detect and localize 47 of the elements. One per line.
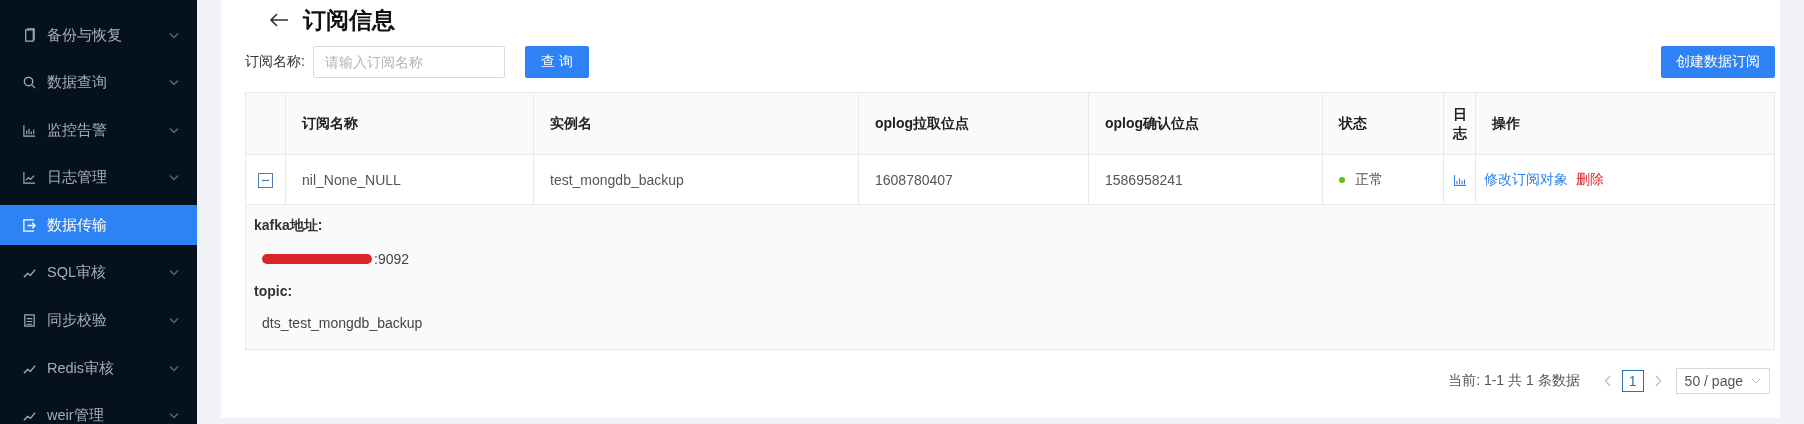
sidebar-item[interactable]: 监控告警 <box>0 110 197 151</box>
table-cell: 1608780407 <box>875 171 953 188</box>
caret-icon <box>1751 378 1761 384</box>
column-header: 实例名 <box>550 114 592 131</box>
create-button[interactable]: 创建数据订阅 <box>1661 46 1775 78</box>
column-header: oplog确认位点 <box>1105 114 1200 131</box>
detail-label: topic: <box>254 283 294 299</box>
column-header: 操作 <box>1492 114 1520 131</box>
sidebar-item[interactable]: 备份与恢复 <box>0 15 197 55</box>
detail-value: dts_test_mongdb_backup <box>262 315 423 331</box>
bar-chart-icon[interactable] <box>1453 175 1466 187</box>
next-page-icon[interactable] <box>1653 375 1662 387</box>
table-cell: nil_None_NULL <box>302 171 401 188</box>
back-arrow-icon[interactable] <box>269 12 289 28</box>
delete-link[interactable]: 删除 <box>1576 170 1604 187</box>
list-icon <box>22 313 37 329</box>
detail-label: kafka地址: <box>254 217 324 235</box>
collapse-toggle[interactable] <box>258 172 273 188</box>
export-icon <box>22 217 37 233</box>
column-header: 日志 <box>1452 104 1467 143</box>
search-icon <box>22 75 37 91</box>
sidebar-item[interactable]: weir管理 <box>0 395 197 424</box>
page-title: 订阅信息 <box>303 5 395 35</box>
table-cell: test_mongdb_backup <box>550 171 684 188</box>
pagination-summary: 当前: 1-1 共 1 条数据 <box>1448 372 1580 390</box>
sidebar-item[interactable]: Redis审核 <box>0 348 197 389</box>
column-header: 订阅名称 <box>302 114 358 131</box>
copy-icon <box>22 27 37 43</box>
bar-chart-icon <box>22 122 37 138</box>
search-field[interactable]: 请输入订阅名称 <box>312 46 505 78</box>
detail-value: :9092 <box>374 251 410 267</box>
sidebar-item[interactable]: 日志管理 <box>0 157 197 198</box>
sidebar-item[interactable]: SQL审核 <box>0 252 197 293</box>
sidebar-item[interactable]: 数据传输 <box>0 205 197 246</box>
column-header: oplog拉取位点 <box>875 114 970 131</box>
column-header: 状态 <box>1339 114 1367 131</box>
status-text: 正常 <box>1355 170 1383 187</box>
field-label: 订阅名称: <box>245 53 305 71</box>
page-size-select[interactable]: 50 / page <box>1675 368 1770 394</box>
previous-page-icon[interactable] <box>1603 375 1612 387</box>
query-button[interactable]: 查 询 <box>524 46 589 78</box>
edit-link[interactable]: 修改订阅对象 <box>1484 170 1568 187</box>
line-chart-icon <box>22 170 37 186</box>
page-button[interactable]: 1 <box>1621 370 1644 392</box>
sidebar-item[interactable]: 数据查询 <box>0 62 197 103</box>
sidebar-item[interactable]: 同步校验 <box>0 300 197 341</box>
table-cell: 1586958241 <box>1105 171 1183 188</box>
